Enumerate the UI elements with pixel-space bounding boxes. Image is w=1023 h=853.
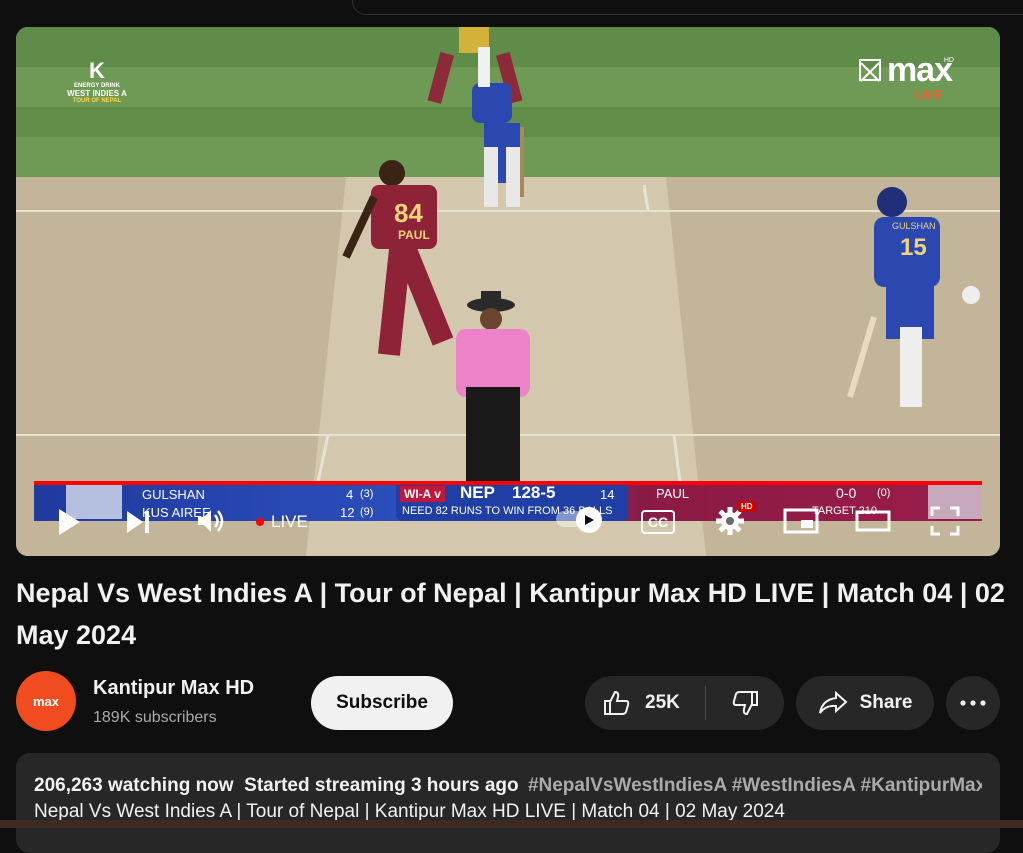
subscriber-count: 189K subscribers [93,709,217,726]
fullscreen-icon [930,506,960,536]
progress-bar[interactable] [34,481,982,485]
miniplayer-button[interactable] [782,507,820,535]
watching-count: 206,263 watching now [34,775,234,796]
video-frame: 84 PAUL 15 GULSHAN [16,27,1000,556]
subtitles-button[interactable]: CC [641,510,675,534]
batter-jersey-name: GULSHAN [892,221,936,231]
batting-team: NEP [460,483,495,502]
bowler-overs: (0) [877,487,891,499]
bowler-figures: 0-0 [836,485,857,501]
dislike-button[interactable] [706,676,784,730]
description-box[interactable]: 206,263 watching now Started streaming 3… [16,753,1000,853]
event-logo-title: WEST INDIES A [67,89,127,98]
channel-watermark: max LIVE HD [858,51,954,102]
fullscreen-button[interactable] [928,505,962,537]
batter2-score: 12 [340,505,355,520]
event-logo-mark: K [89,58,105,83]
like-button[interactable]: 25K [585,676,705,730]
play-icon [59,509,80,535]
batter1-score: 4 [346,487,354,502]
event-logo: K ENERGY DRINK WEST INDIES A TOUR OF NEP… [62,58,132,105]
share-icon [818,691,848,714]
team-score: 128-5 [512,483,556,502]
batter1-balls: (3) [360,488,374,500]
autoplay-play-icon [585,515,594,525]
volume-button[interactable] [194,506,228,536]
hd-badge: HD [738,501,756,512]
channel-avatar[interactable]: max [16,671,76,731]
bowler-jersey-number: 84 [394,198,423,228]
masthead-edge [352,0,1023,15]
volume-icon [198,510,224,532]
watermark-hd: HD [943,57,954,64]
more-horizontal-icon [960,700,986,706]
play-button[interactable] [54,505,84,539]
score-bug: GULSHAN KUS AIREE 4 (3) 12 (9) WI-A v NE… [34,483,982,521]
watermark-icon [858,59,881,81]
overs: 14 [600,487,615,502]
subscribe-button[interactable]: Subscribe [311,676,453,730]
like-count: 25K [645,692,680,713]
next-button[interactable] [124,507,152,537]
event-logo-subtitle: TOUR OF NEPAL [72,98,122,104]
share-label: Share [859,692,913,713]
like-dislike-group: 25K [585,676,784,730]
batter2-balls: (9) [360,506,374,518]
avatar-logo-text: max [32,693,60,709]
theater-icon [855,510,891,532]
thumbs-up-icon [604,690,630,715]
match-label: WI-A v [400,486,445,502]
live-label: LIVE [271,512,308,531]
batter1-name: GULSHAN [142,487,205,502]
bowler-jersey-name: PAUL [398,228,430,242]
video-title: Nepal Vs West Indies A | Tour of Nepal |… [16,578,1005,650]
live-dot-icon [256,518,264,526]
video-player[interactable]: 84 PAUL 15 GULSHAN K ENERGY DRINK WEST I [16,27,1000,556]
autoplay-knob[interactable] [576,507,602,533]
channel-name[interactable]: Kantipur Max HD [93,677,254,700]
more-actions-button[interactable] [946,676,1000,730]
watermark-live: LIVE [915,88,942,102]
skip-next-icon [127,511,149,533]
batter-jersey-number: 15 [900,234,927,261]
stream-start: Started streaming 3 hours ago [244,775,519,796]
miniplayer-icon [783,508,819,534]
description-meta: 206,263 watching now Started streaming 3… [34,775,982,797]
watermark-text: max [886,51,953,89]
thumbs-down-icon [732,691,758,716]
share-button[interactable]: Share [796,676,934,730]
live-indicator[interactable]: LIVE [256,510,308,534]
hashtags[interactable]: #NepalVsWestIndiesA #WestIndiesA #Kantip… [528,775,982,796]
theater-mode-button[interactable] [854,507,892,535]
window-bottom-edge [0,820,1023,828]
bowler-name: PAUL [656,486,689,501]
